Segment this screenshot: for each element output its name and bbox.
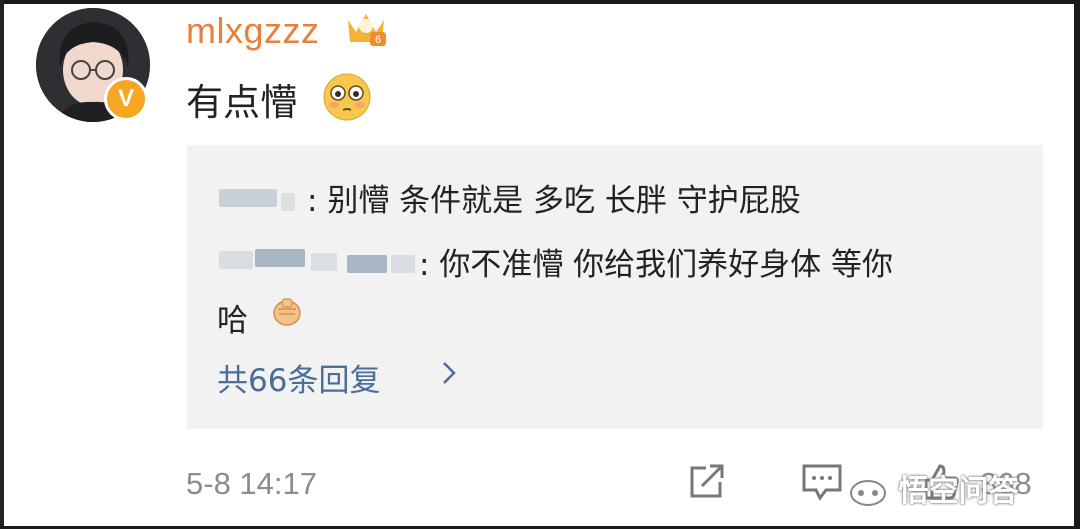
share-icon[interactable] — [686, 462, 730, 502]
reply-text: 你不准懵 你给我们养好身体 等你 — [439, 247, 894, 283]
post-text: 有点懵 — [186, 81, 297, 124]
watermark: 悟空问答 — [848, 466, 1018, 510]
flushed-face-icon — [323, 73, 371, 121]
blurred-username — [311, 253, 337, 271]
reply-separator: : — [419, 247, 440, 283]
blurred-username — [281, 193, 295, 211]
reply-text-continued: 哈 — [217, 303, 248, 339]
post-timestamp: 5-8 14:17 — [186, 466, 317, 501]
wukong-logo-icon — [850, 479, 886, 506]
blurred-username — [347, 255, 387, 273]
screen-border-left — [0, 0, 4, 529]
blurred-username — [255, 249, 305, 267]
chevron-right-icon — [443, 362, 456, 384]
view-all-replies-link[interactable]: 共66条回复 — [217, 355, 380, 400]
verified-badge: V — [104, 77, 148, 121]
svg-text:6: 6 — [375, 34, 381, 46]
crown-level-icon: 6 — [348, 14, 386, 46]
blurred-username — [219, 251, 253, 269]
reply-separator: : — [307, 183, 328, 219]
screen-border-right — [1074, 0, 1080, 529]
reply-text: 别懵 条件就是 多吃 长胖 守护屁股 — [327, 183, 801, 219]
reply-item[interactable]: : 别懵 条件就是 多吃 长胖 守护屁股 — [307, 175, 801, 220]
replies-panel[interactable]: : 别懵 条件就是 多吃 长胖 守护屁股 : 你不准懵 你给我们养好身体 等你 … — [187, 145, 1043, 429]
comment-icon[interactable] — [800, 462, 844, 502]
blurred-username — [219, 189, 277, 207]
fist-emoji-icon — [273, 298, 301, 326]
blurred-username — [391, 255, 415, 273]
screen-border-top — [0, 0, 1080, 4]
username[interactable]: mlxgzzz — [186, 10, 320, 52]
reply-item[interactable]: : 你不准懵 你给我们养好身体 等你 — [419, 239, 893, 284]
